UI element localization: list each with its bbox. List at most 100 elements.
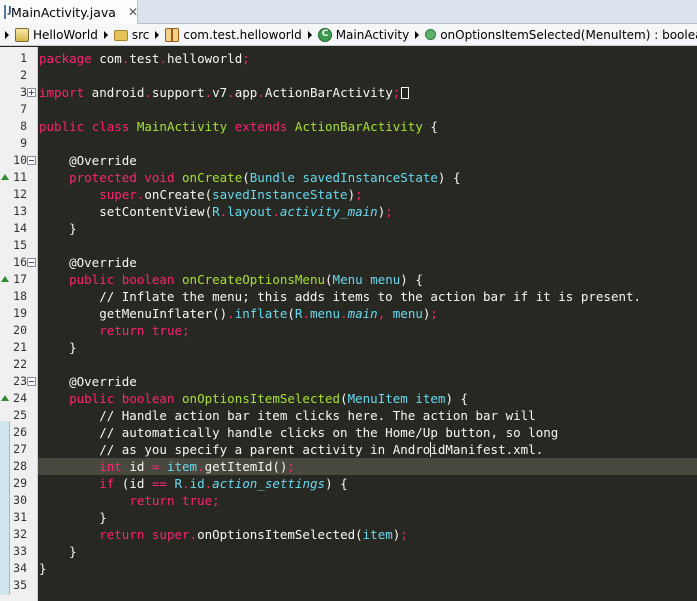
code-line[interactable]: super.onCreate(savedInstanceState); — [39, 186, 363, 203]
line-number: 13 — [13, 204, 27, 218]
code-line[interactable]: } — [39, 560, 47, 577]
code-token: . — [144, 85, 152, 100]
breadcrumb-arrow-icon[interactable] — [307, 30, 312, 39]
collapse-fold-icon[interactable] — [27, 156, 36, 165]
code-token: . — [189, 527, 198, 542]
code-line[interactable]: @Override — [39, 254, 137, 271]
code-token: } — [39, 510, 107, 525]
tab-main-activity[interactable]: MainActivity.java ✕ — [0, 0, 138, 24]
code-token: ActionBarActivity — [294, 119, 423, 134]
code-token: . — [340, 306, 348, 321]
breadcrumb-class[interactable]: MainActivity — [317, 27, 409, 42]
code-line[interactable]: getMenuInflater().inflate(R.menu.main, m… — [39, 305, 438, 322]
code-line[interactable]: import android.support.v7.app.ActionBarA… — [39, 84, 410, 101]
breadcrumb-arrow-icon[interactable] — [5, 30, 9, 39]
code-token: ; — [355, 187, 363, 202]
code-token: // Inflate the menu; this adds items to … — [39, 289, 642, 304]
line-number: 20 — [13, 323, 27, 337]
code-line[interactable]: return true; — [39, 322, 189, 339]
code-line[interactable]: @Override — [39, 373, 137, 390]
breadcrumb-src-folder[interactable]: src — [113, 27, 150, 42]
code-token: if — [99, 476, 115, 491]
breadcrumb-arrow-icon[interactable] — [103, 30, 108, 39]
project-icon — [15, 27, 29, 42]
code-token: Menu — [332, 272, 363, 287]
code-line[interactable]: // Handle action bar item clicks here. T… — [39, 407, 536, 424]
source-folder-icon — [113, 30, 128, 41]
code-line[interactable]: setContentView(R.layout.activity_main); — [39, 203, 393, 220]
collapse-fold-icon[interactable] — [27, 377, 36, 386]
java-file-icon — [4, 5, 12, 19]
code-line[interactable]: } — [39, 543, 77, 560]
code-token: ; — [385, 204, 393, 219]
code-editor[interactable]: 1 package com.test.helloworld; 2 3 import an… — [0, 47, 697, 601]
code-token: onCreateOptionsMenu — [182, 272, 326, 287]
code-line[interactable]: @Override — [39, 152, 137, 169]
code-line[interactable]: protected void onCreate(Bundle savedInst… — [39, 169, 461, 186]
code-line[interactable]: public boolean onCreateOptionsMenu(Menu … — [39, 271, 423, 288]
code-token: ) { — [445, 391, 469, 406]
code-token: MenuItem — [347, 391, 408, 406]
code-token: } — [39, 221, 77, 236]
expand-fold-icon[interactable] — [27, 88, 36, 97]
code-token: menu — [392, 306, 423, 321]
code-line[interactable]: public boolean onOptionsItemSelected(Men… — [39, 390, 468, 407]
line-number: 2 — [20, 68, 27, 82]
code-token: R — [212, 204, 220, 219]
breadcrumb-package[interactable]: com.test.helloworld — [165, 27, 302, 42]
code-token: onOptionsItemSelected — [182, 391, 341, 406]
code-token: . — [204, 85, 213, 100]
code-token: . — [227, 85, 235, 100]
code-line[interactable]: return true; — [39, 492, 220, 509]
collapse-fold-icon[interactable] — [27, 258, 36, 267]
code-line[interactable]: } — [39, 509, 107, 526]
line-number: 7 — [20, 102, 27, 116]
code-token: id — [121, 459, 152, 474]
code-token: app — [234, 85, 258, 100]
close-icon[interactable]: ✕ — [128, 5, 138, 19]
code-token: . — [197, 459, 205, 474]
code-token: @Override — [39, 153, 137, 168]
code-line[interactable]: // Inflate the menu; this adds items to … — [39, 288, 641, 305]
code-token: Bundle — [249, 170, 295, 185]
code-line[interactable]: // as you specify a parent activity in A… — [39, 441, 543, 458]
line-number: 3 — [20, 85, 27, 99]
breadcrumb-method[interactable]: onOptionsItemSelected(MenuItem) : boolea… — [425, 28, 697, 42]
code-token: savedInstanceState — [302, 170, 438, 185]
folded-import-marker-icon[interactable] — [401, 87, 410, 99]
breadcrumb-arrow-icon[interactable] — [155, 30, 160, 39]
editor-tab-bar: MainActivity.java ✕ — [0, 0, 697, 24]
line-number: 9 — [20, 136, 27, 150]
code-line[interactable]: } — [39, 339, 77, 356]
change-bar — [0, 421, 10, 595]
code-line[interactable]: int id = item.getItemId(); — [39, 458, 295, 475]
breadcrumb-label: com.test.helloworld — [183, 27, 302, 42]
code-line[interactable]: } — [39, 220, 77, 237]
line-number: 32 — [13, 527, 27, 541]
breadcrumb-project[interactable]: HelloWorld — [15, 27, 98, 42]
code-token: ) { — [437, 170, 461, 185]
breadcrumb-label: src — [131, 27, 150, 42]
breadcrumb-arrow-icon[interactable] — [415, 30, 420, 39]
code-token: item — [415, 391, 446, 406]
code-line[interactable]: public class MainActivity extends Action… — [39, 118, 438, 135]
code-token: ; — [212, 493, 220, 508]
code-token: id — [189, 476, 205, 491]
line-number: 22 — [13, 357, 27, 371]
code-line[interactable]: package com.test.helloworld; — [39, 50, 250, 67]
change-marker-strip — [0, 47, 11, 601]
code-token: return — [99, 323, 145, 338]
code-line[interactable]: // automatically handle clicks on the Ho… — [39, 424, 558, 441]
tab-label: MainActivity.java — [11, 4, 116, 20]
code-line[interactable]: return super.onOptionsItemSelected(item)… — [39, 526, 408, 543]
code-token: boolean — [121, 391, 175, 406]
code-token: ; — [430, 306, 438, 321]
code-line[interactable]: if (id == R.id.action_settings) { — [39, 475, 347, 492]
code-token: item — [362, 527, 393, 542]
code-token: ; — [242, 51, 250, 66]
